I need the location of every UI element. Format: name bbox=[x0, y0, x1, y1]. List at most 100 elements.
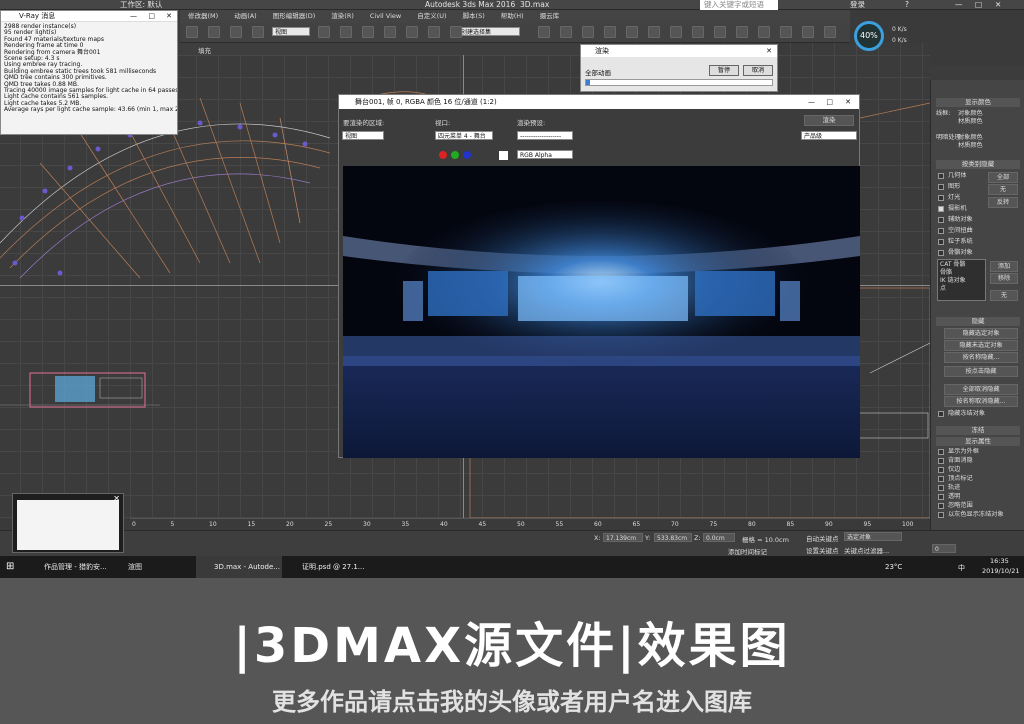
red-channel-icon[interactable] bbox=[439, 151, 447, 159]
menu-item[interactable]: 自定义(U) bbox=[409, 10, 454, 23]
toolbar-tool-icon[interactable] bbox=[824, 26, 836, 38]
toolbar-tool-icon[interactable] bbox=[670, 26, 682, 38]
view-select[interactable]: 视图 bbox=[272, 27, 310, 36]
hide-selected-button[interactable]: 隐藏选定对象 bbox=[944, 328, 1018, 339]
key-mode-select[interactable]: 选定对象 bbox=[844, 532, 902, 541]
timeline[interactable]: 0 5 10 15 20 25 30 35 40 45 50 55 60 65 70 75 80 85 90 95 10… bbox=[130, 518, 930, 530]
color-swatch[interactable] bbox=[499, 151, 508, 160]
toolbar-tool-icon[interactable] bbox=[538, 26, 550, 38]
maximize-button[interactable]: □ bbox=[975, 0, 982, 10]
none-list-button[interactable]: 无 bbox=[990, 290, 1018, 301]
toolbar-tool-icon[interactable] bbox=[560, 26, 572, 38]
login-link[interactable]: 登录 bbox=[850, 0, 865, 10]
toolbar-tool-icon[interactable] bbox=[736, 26, 748, 38]
property-checkbox[interactable] bbox=[938, 512, 944, 518]
toolbar-tool-icon[interactable] bbox=[384, 26, 396, 38]
toolbar-tool-icon[interactable] bbox=[692, 26, 704, 38]
taskbar-app[interactable]: 渲图 bbox=[110, 556, 192, 578]
category-checkbox[interactable] bbox=[938, 217, 944, 223]
menu-item[interactable]: 摄云库 bbox=[532, 10, 568, 23]
wireframe-object-color[interactable]: 对象颜色 bbox=[958, 110, 983, 118]
hide-by-category-header[interactable]: 按类别隐藏 bbox=[936, 160, 1020, 169]
property-checkbox[interactable] bbox=[938, 458, 944, 464]
z-coordinate[interactable]: 0.0cm bbox=[703, 533, 735, 542]
add-button[interactable]: 添加 bbox=[990, 261, 1018, 272]
menu-item[interactable]: 渲染(R) bbox=[323, 10, 362, 23]
property-checkbox[interactable] bbox=[938, 485, 944, 491]
category-list-box[interactable]: CAT 骨骼 骨骼 IK 链对象点 bbox=[937, 259, 986, 301]
category-checkbox[interactable] bbox=[938, 184, 944, 190]
menu-item[interactable]: 图形编辑器(D) bbox=[265, 10, 324, 23]
hide-header[interactable]: 隐藏 bbox=[936, 317, 1020, 326]
preset-select[interactable]: ------------------- bbox=[517, 131, 573, 140]
category-checkbox[interactable] bbox=[938, 206, 944, 212]
search-input[interactable]: 键入关键字或短语 bbox=[700, 0, 778, 10]
set-key-button[interactable]: 设置关键点 bbox=[806, 545, 839, 555]
toolbar-tool-icon[interactable] bbox=[626, 26, 638, 38]
toolbar-tool-icon[interactable] bbox=[340, 26, 352, 38]
list-item[interactable]: IK 链对象 bbox=[940, 277, 983, 285]
minimize-button[interactable]: — bbox=[808, 95, 815, 109]
windows-start-icon[interactable]: ⊞ bbox=[6, 561, 14, 572]
y-coordinate[interactable]: 533.83cm bbox=[654, 533, 692, 542]
toolbar-tool-icon[interactable] bbox=[362, 26, 374, 38]
green-channel-icon[interactable] bbox=[451, 151, 459, 159]
command-panel-tabs[interactable] bbox=[930, 66, 1024, 80]
freeze-header[interactable]: 冻结 bbox=[936, 426, 1020, 435]
toolbar-tool-icon[interactable] bbox=[802, 26, 814, 38]
property-checkbox[interactable] bbox=[938, 494, 944, 500]
hide-by-click-button[interactable]: 按点击隐藏 bbox=[944, 366, 1018, 377]
toolbar-tool-icon[interactable] bbox=[714, 26, 726, 38]
list-item[interactable]: 点 bbox=[940, 285, 983, 293]
toolbar-tool-icon[interactable] bbox=[230, 26, 242, 38]
list-item[interactable]: 骨骼 bbox=[940, 269, 983, 277]
shaded-object-color[interactable]: 对象颜色 bbox=[958, 134, 983, 142]
category-checkbox[interactable] bbox=[938, 173, 944, 179]
all-button[interactable]: 全部 bbox=[988, 172, 1018, 183]
category-checkbox[interactable] bbox=[938, 250, 944, 256]
area-select[interactable]: 视图 bbox=[342, 131, 384, 140]
toolbar-tool-icon[interactable] bbox=[648, 26, 660, 38]
channel-select[interactable]: RGB Alpha bbox=[517, 150, 573, 159]
vray-message-window[interactable]: V-Ray 消息 — □ ✕ 2988 render instance(s) 95… bbox=[0, 10, 178, 135]
property-checkbox[interactable] bbox=[938, 467, 944, 473]
frame-field[interactable]: 0 bbox=[932, 544, 956, 553]
close-button[interactable]: ✕ bbox=[845, 95, 851, 109]
hide-by-name-button[interactable]: 按名称隐藏... bbox=[944, 352, 1018, 363]
display-properties-header[interactable]: 显示属性 bbox=[936, 437, 1020, 446]
unhide-by-name-button[interactable]: 按名称取消隐藏... bbox=[944, 396, 1018, 407]
render-progress-window[interactable]: 渲染 ✕ 全部动画 暂停 取消 bbox=[580, 44, 778, 92]
help-icon[interactable]: ? bbox=[905, 0, 909, 10]
toolbar-tool-icon[interactable] bbox=[604, 26, 616, 38]
fill-label[interactable]: 填充 bbox=[198, 45, 211, 55]
minimize-button[interactable]: — bbox=[955, 0, 963, 10]
maximize-button[interactable]: □ bbox=[148, 11, 155, 22]
pause-button[interactable]: 暂停 bbox=[709, 65, 739, 76]
toolbar-tool-icon[interactable] bbox=[318, 26, 330, 38]
taskbar-app[interactable]: 证明.psd @ 27.1... bbox=[284, 556, 366, 578]
toolbar-tool-icon[interactable] bbox=[780, 26, 792, 38]
selection-set-select[interactable]: 创建选择集 bbox=[458, 27, 520, 36]
close-button[interactable]: ✕ bbox=[995, 0, 1001, 10]
close-button[interactable]: ✕ bbox=[166, 11, 172, 22]
shaded-material-color[interactable]: 材质颜色 bbox=[958, 142, 983, 150]
invert-button[interactable]: 反转 bbox=[988, 197, 1018, 208]
toolbar-tool-icon[interactable] bbox=[758, 26, 770, 38]
minimize-button[interactable]: — bbox=[130, 11, 137, 22]
property-checkbox[interactable] bbox=[938, 449, 944, 455]
property-checkbox[interactable] bbox=[938, 476, 944, 482]
none-button[interactable]: 无 bbox=[988, 184, 1018, 195]
auto-key-button[interactable]: 自动关键点 bbox=[806, 533, 839, 543]
hide-unselected-button[interactable]: 隐藏未选定对象 bbox=[944, 340, 1018, 351]
cancel-button[interactable]: 取消 bbox=[743, 65, 773, 76]
menu-item[interactable]: 动画(A) bbox=[226, 10, 265, 23]
workspace-selector[interactable]: 工作区: 默认 bbox=[120, 0, 162, 10]
product-select[interactable]: 产品级 bbox=[801, 131, 857, 140]
toolbar-tool-icon[interactable] bbox=[582, 26, 594, 38]
blue-channel-icon[interactable] bbox=[463, 151, 471, 159]
category-checkbox[interactable] bbox=[938, 195, 944, 201]
ime-indicator[interactable]: 中 bbox=[958, 563, 965, 573]
display-color-header[interactable]: 显示颜色 bbox=[936, 98, 1020, 107]
taskbar-app[interactable]: 3D.max - Autode... bbox=[196, 556, 282, 578]
x-coordinate[interactable]: 17.139cm bbox=[603, 533, 643, 542]
